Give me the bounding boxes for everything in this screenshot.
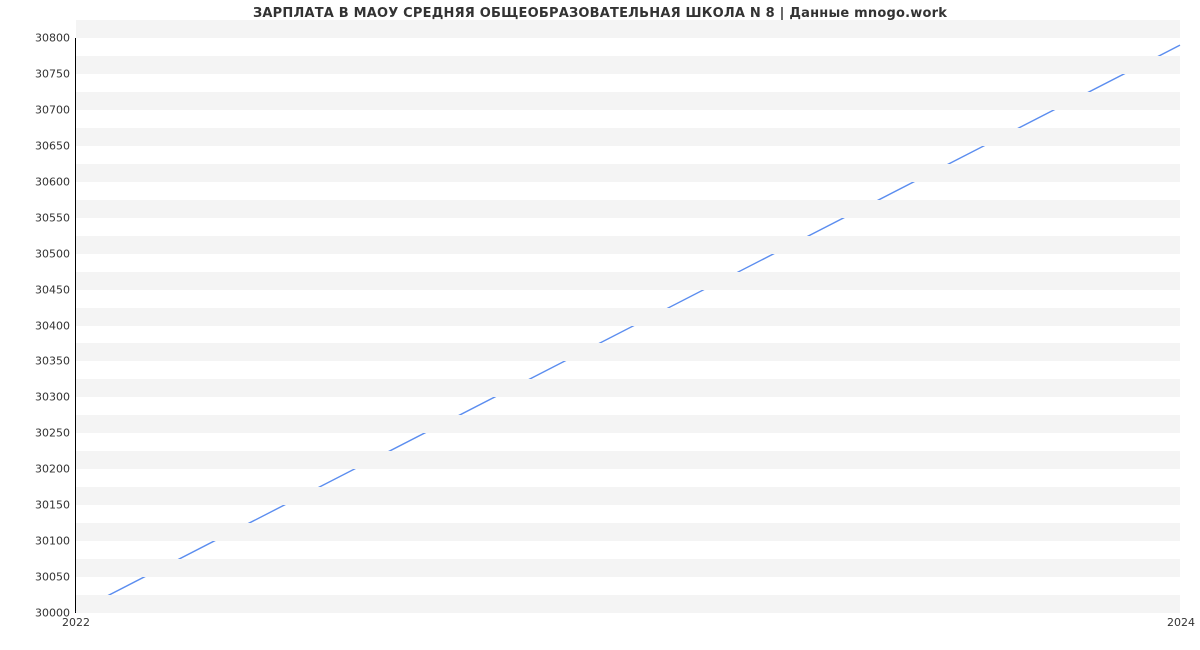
x-tick-label: 2022 xyxy=(62,616,90,629)
grid-band xyxy=(76,272,1180,290)
y-tick-label: 30300 xyxy=(35,391,70,404)
y-tick-label: 30450 xyxy=(35,283,70,296)
y-tick-label: 30700 xyxy=(35,103,70,116)
grid-band xyxy=(76,236,1180,254)
grid-band xyxy=(76,559,1180,577)
y-tick-label: 30800 xyxy=(35,32,70,45)
grid-band xyxy=(76,451,1180,469)
grid-band xyxy=(76,128,1180,146)
y-tick-label: 30400 xyxy=(35,319,70,332)
chart-container: ЗАРПЛАТА В МАОУ СРЕДНЯЯ ОБЩЕОБРАЗОВАТЕЛЬ… xyxy=(0,0,1200,650)
grid-band xyxy=(76,92,1180,110)
y-tick-label: 30100 xyxy=(35,535,70,548)
y-tick-label: 30200 xyxy=(35,463,70,476)
y-tick-label: 30600 xyxy=(35,175,70,188)
grid-band xyxy=(76,56,1180,74)
grid-band xyxy=(76,595,1180,613)
y-tick-label: 30250 xyxy=(35,427,70,440)
chart-title: ЗАРПЛАТА В МАОУ СРЕДНЯЯ ОБЩЕОБРАЗОВАТЕЛЬ… xyxy=(0,6,1200,21)
grid-band xyxy=(76,20,1180,38)
grid-band xyxy=(76,200,1180,218)
grid-band xyxy=(76,343,1180,361)
x-tick-label: 2024 xyxy=(1167,616,1195,629)
y-tick-label: 30650 xyxy=(35,139,70,152)
y-tick-label: 30050 xyxy=(35,571,70,584)
grid-band xyxy=(76,379,1180,397)
grid-band xyxy=(76,523,1180,541)
grid-band xyxy=(76,487,1180,505)
y-tick-label: 30500 xyxy=(35,247,70,260)
y-tick-label: 30350 xyxy=(35,355,70,368)
grid-band xyxy=(76,415,1180,433)
y-tick-label: 30750 xyxy=(35,67,70,80)
y-tick-label: 30150 xyxy=(35,499,70,512)
plot-area: 3000030050301003015030200302503030030350… xyxy=(75,38,1180,613)
y-tick-label: 30550 xyxy=(35,211,70,224)
grid-band xyxy=(76,308,1180,326)
grid-band xyxy=(76,164,1180,182)
